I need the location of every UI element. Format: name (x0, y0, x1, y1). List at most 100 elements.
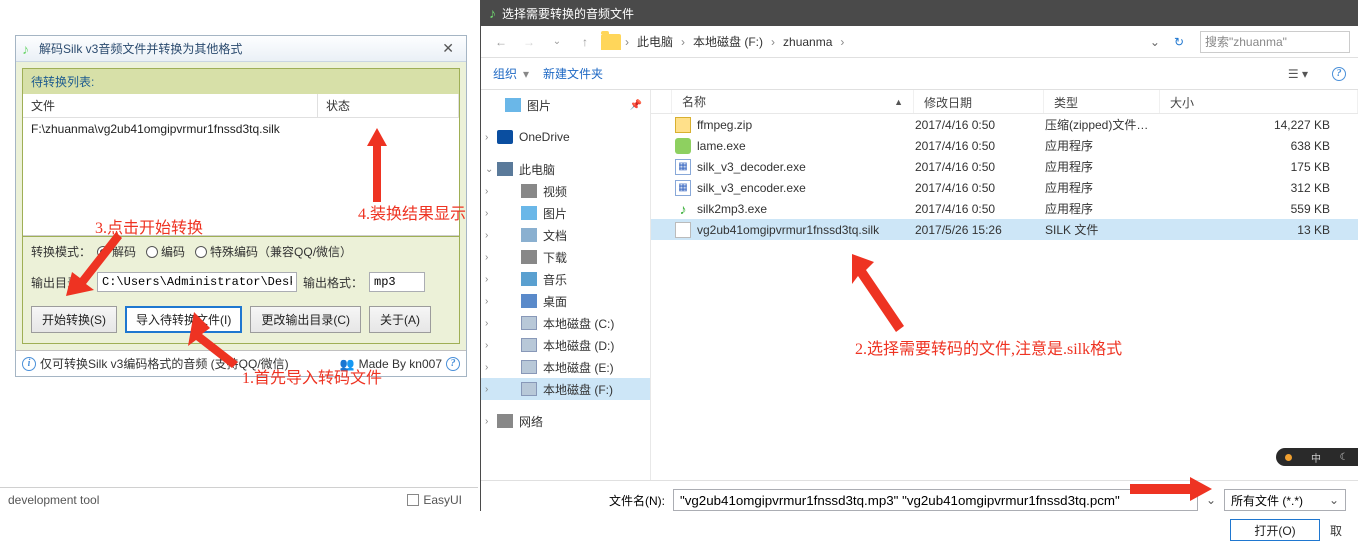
radio-encode[interactable]: 编码 (146, 243, 185, 260)
chevron-right-icon[interactable]: › (840, 35, 844, 49)
import-button[interactable]: 导入待转换文件(I) (125, 306, 242, 333)
file-row[interactable]: ♪silk2mp3.exe2017/4/16 0:50应用程序559 KB (651, 198, 1358, 219)
file-row[interactable]: ▦silk_v3_decoder.exe2017/4/16 0:50应用程序17… (651, 156, 1358, 177)
file-type: 应用程序 (1035, 158, 1151, 175)
up-button[interactable]: ↑ (573, 30, 597, 54)
search-input[interactable]: 搜索"zhuanma" (1200, 31, 1350, 53)
made-by: Made By kn007 (359, 357, 442, 371)
file-list[interactable]: 文件 状态 F:\zhuanma\vg2ub41omgipvrmur1fnssd… (23, 94, 459, 236)
panel-title: 待转换列表: (23, 69, 459, 94)
file-size: 175 KB (1151, 160, 1358, 174)
tree-video[interactable]: ›视频 (481, 180, 650, 202)
chevron-right-icon: › (485, 230, 488, 241)
file-row[interactable]: lame.exe2017/4/16 0:50应用程序638 KB (651, 135, 1358, 156)
pin-icon: 📌 (630, 100, 642, 111)
radio-decode[interactable]: 解码 (97, 243, 136, 260)
ime-indicator[interactable]: 中 ☾ (1276, 448, 1358, 466)
chevron-right-icon[interactable]: › (771, 35, 775, 49)
easyui-item[interactable]: EasyUI (407, 493, 478, 507)
file-icon (675, 138, 691, 154)
about-button[interactable]: 关于(A) (369, 306, 431, 333)
help-icon[interactable]: ? (446, 357, 460, 371)
radio-special[interactable]: 特殊编码（兼容QQ/微信） (195, 243, 352, 260)
chevron-right-icon: › (485, 318, 488, 329)
tree-onedrive[interactable]: ›OneDrive (481, 126, 650, 148)
open-button[interactable]: 打开(O) (1230, 519, 1320, 541)
tree-music[interactable]: ›音乐 (481, 268, 650, 290)
col-type: 类型 (1044, 90, 1160, 113)
tree-network[interactable]: ›网络 (481, 410, 650, 432)
filename-dropdown-icon[interactable]: ⌄ (1206, 493, 1216, 507)
organize-button[interactable]: 组织 (493, 65, 517, 82)
file-date: 2017/4/16 0:50 (905, 160, 1035, 174)
chevron-right-icon[interactable]: › (681, 35, 685, 49)
view-options-icon[interactable]: ☰ ▾ (1288, 67, 1308, 81)
dialog-icon: ♪ (489, 5, 496, 21)
moon-icon: ☾ (1340, 452, 1349, 463)
file-date: 2017/5/26 15:26 (905, 223, 1035, 237)
chevron-right-icon[interactable]: › (625, 35, 629, 49)
tree-pictures[interactable]: 图片📌 (481, 94, 650, 116)
dialog-titlebar[interactable]: ♪ 选择需要转换的音频文件 (481, 0, 1358, 26)
filetype-filter[interactable]: 所有文件 (*.*) ⌄ (1224, 489, 1346, 511)
crumb-folder[interactable]: zhuanma (779, 35, 836, 49)
tree-desktop[interactable]: ›桌面 (481, 290, 650, 312)
filename-input[interactable] (673, 489, 1198, 511)
file-size: 13 KB (1151, 223, 1358, 237)
checkbox-icon[interactable] (407, 494, 419, 506)
crumb-thispc[interactable]: 此电脑 (633, 33, 677, 50)
tree-drive-e[interactable]: ›本地磁盘 (E:) (481, 356, 650, 378)
refresh-icon[interactable]: ↻ (1168, 35, 1190, 49)
file-name: silk2mp3.exe (697, 202, 767, 216)
folder-tree[interactable]: 图片📌 ›OneDrive ⌄此电脑 ›视频 ›图片 ›文档 ›下载 ›音乐 ›… (481, 90, 651, 480)
recent-button[interactable]: ⌄ (545, 30, 569, 54)
outfmt-input[interactable] (369, 272, 425, 292)
app-titlebar[interactable]: ♪ 解码Silk v3音频文件并转换为其他格式 ✕ (16, 36, 466, 62)
change-outdir-button[interactable]: 更改输出目录(C) (250, 306, 361, 333)
tree-documents[interactable]: ›文档 (481, 224, 650, 246)
chevron-down-icon: ⌄ (1329, 493, 1339, 507)
file-row[interactable]: vg2ub41omgipvrmur1fnssd3tq.silk2017/5/26… (651, 219, 1358, 240)
col-name: 名称▲ (672, 90, 914, 113)
tree-downloads[interactable]: ›下载 (481, 246, 650, 268)
help-icon[interactable]: ? (1332, 67, 1346, 81)
outdir-label: 输出目录： (31, 274, 91, 291)
file-row[interactable]: ffmpeg.zip2017/4/16 0:50压缩(zipped)文件…14,… (651, 114, 1358, 135)
silk-converter-window: ♪ 解码Silk v3音频文件并转换为其他格式 ✕ 待转换列表: 文件 状态 F… (15, 35, 467, 377)
chevron-right-icon: › (485, 296, 488, 307)
file-icon (675, 222, 691, 238)
tree-drive-f[interactable]: ›本地磁盘 (F:) (481, 378, 650, 400)
info-icon: i (22, 357, 36, 371)
file-date: 2017/4/16 0:50 (905, 118, 1035, 132)
chevron-right-icon: › (485, 186, 488, 197)
chevron-right-icon: › (485, 132, 488, 143)
list-item[interactable]: F:\zhuanma\vg2ub41omgipvrmur1fnssd3tq.si… (23, 118, 459, 140)
address-dropdown[interactable]: ⌄ (1146, 35, 1164, 49)
close-icon[interactable]: ✕ (436, 40, 460, 57)
chevron-right-icon: › (485, 362, 488, 373)
crumb-drive[interactable]: 本地磁盘 (F:) (689, 33, 767, 50)
dialog-toolbar: 组织 ▾ 新建文件夹 ☰ ▾ ? (481, 58, 1358, 90)
chevron-right-icon: › (485, 384, 488, 395)
tree-pictures2[interactable]: ›图片 (481, 202, 650, 224)
file-name: lame.exe (697, 139, 746, 153)
back-button[interactable]: ← (489, 30, 513, 54)
file-icon (675, 117, 691, 133)
col-file[interactable]: 文件 (23, 94, 318, 117)
outdir-input[interactable] (97, 272, 297, 292)
status-text: 仅可转换Silk v3编码格式的音频 (支持QQ/微信) (40, 355, 289, 372)
file-icon: ▦ (675, 180, 691, 196)
newfolder-button[interactable]: 新建文件夹 (543, 65, 603, 82)
file-list-header[interactable]: 名称▲ 修改日期 类型 大小 (651, 90, 1358, 114)
file-name: silk_v3_encoder.exe (697, 181, 806, 195)
file-list-view[interactable]: 名称▲ 修改日期 类型 大小 ffmpeg.zip2017/4/16 0:50压… (651, 90, 1358, 480)
tree-thispc[interactable]: ⌄此电脑 (481, 158, 650, 180)
cancel-button[interactable]: 取 (1330, 519, 1346, 541)
file-open-dialog: ♪ 选择需要转换的音频文件 ← → ⌄ ↑ › 此电脑 › 本地磁盘 (F:) … (480, 0, 1358, 511)
dropdown-icon[interactable]: ▾ (523, 67, 529, 81)
start-button[interactable]: 开始转换(S) (31, 306, 117, 333)
col-status[interactable]: 状态 (318, 94, 459, 117)
tree-drive-c[interactable]: ›本地磁盘 (C:) (481, 312, 650, 334)
file-row[interactable]: ▦silk_v3_encoder.exe2017/4/16 0:50应用程序31… (651, 177, 1358, 198)
tree-drive-d[interactable]: ›本地磁盘 (D:) (481, 334, 650, 356)
